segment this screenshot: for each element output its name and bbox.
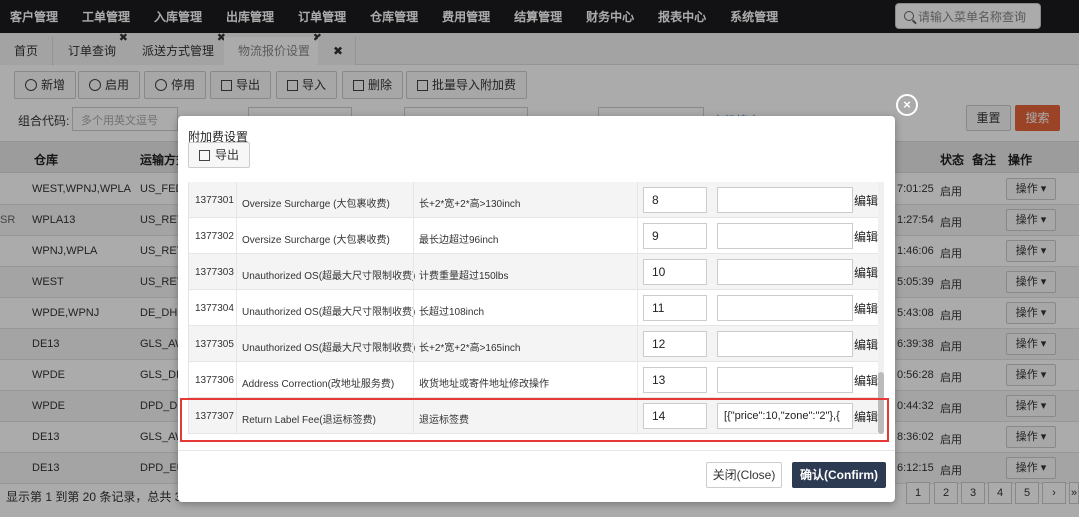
price-json-input[interactable] [717, 295, 853, 321]
cell-fee-rule: 长+2*宽+2*高>130inch [419, 199, 521, 210]
surcharge-modal: 附加费设置 导出 1377301 Oversize Surcharge (大包裹收… [178, 116, 895, 502]
cell-fee-rule: 收货地址或寄件地址修改操作 [419, 379, 549, 390]
cell-id: 1377306 [195, 375, 234, 386]
cell-fee-rule: 最长边超过96inch [419, 235, 499, 246]
cell-fee-name: Address Correction(改地址服务费) [242, 379, 395, 390]
cell-id: 1377301 [195, 195, 234, 206]
divider [413, 254, 414, 290]
divider [637, 218, 638, 254]
edit-link[interactable]: 编辑 [854, 372, 878, 389]
surcharge-row: 1377304 Unauthorized OS(超最大尺寸限制收费) 长超过108i… [189, 290, 878, 326]
price-json-input[interactable] [717, 187, 853, 213]
sort-value-input[interactable]: 9 [643, 223, 707, 249]
divider [413, 362, 414, 398]
divider [236, 326, 237, 362]
divider [637, 362, 638, 398]
divider [236, 182, 237, 218]
edit-link[interactable]: 编辑 [854, 192, 878, 209]
divider [413, 326, 414, 362]
cell-fee-rule: 长+2*宽+2*高>165inch [419, 343, 521, 354]
edit-link[interactable]: 编辑 [854, 228, 878, 245]
divider [637, 326, 638, 362]
confirm-button[interactable]: 确认(Confirm) [792, 462, 886, 488]
modal-export-label: 导出 [215, 148, 240, 162]
divider [413, 218, 414, 254]
surcharge-row: 1377302 Oversize Surcharge (大包裹收费) 最长边超过96… [189, 218, 878, 254]
divider [178, 450, 895, 451]
surcharge-row: 1377301 Oversize Surcharge (大包裹收费) 长+2*宽+2… [189, 182, 878, 218]
edit-link[interactable]: 编辑 [854, 300, 878, 317]
divider [236, 290, 237, 326]
edit-link[interactable]: 编辑 [854, 264, 878, 281]
cell-fee-name: Unauthorized OS(超最大尺寸限制收费) [242, 343, 416, 354]
cell-fee-rule: 长超过108inch [419, 307, 485, 318]
sort-value-input[interactable]: 13 [643, 367, 707, 393]
price-json-input[interactable] [717, 367, 853, 393]
cell-id: 1377304 [195, 303, 234, 314]
surcharge-row: 1377306 Address Correction(改地址服务费) 收货地址或寄件… [189, 362, 878, 398]
price-json-input[interactable] [717, 259, 853, 285]
sort-value-input[interactable]: 11 [643, 295, 707, 321]
cell-id: 1377303 [195, 267, 234, 278]
divider [413, 290, 414, 326]
cell-id: 1377305 [195, 339, 234, 350]
divider [236, 254, 237, 290]
sort-value-input[interactable]: 12 [643, 331, 707, 357]
modal-close-icon[interactable]: × [896, 94, 918, 116]
divider [637, 254, 638, 290]
price-json-input[interactable] [717, 331, 853, 357]
cell-fee-rule: 计费重量超过150lbs [419, 271, 509, 282]
divider [236, 362, 237, 398]
surcharge-table: 1377301 Oversize Surcharge (大包裹收费) 长+2*宽+2… [188, 182, 878, 434]
divider [637, 290, 638, 326]
cell-fee-name: Unauthorized OS(超最大尺寸限制收费) [242, 307, 416, 318]
surcharge-row: 1377305 Unauthorized OS(超最大尺寸限制收费) 长+2*宽+2… [189, 326, 878, 362]
modal-export-button[interactable]: 导出 [188, 142, 251, 168]
edit-link[interactable]: 编辑 [854, 336, 878, 353]
surcharge-row: 1377303 Unauthorized OS(超最大尺寸限制收费) 计费重量超过1… [189, 254, 878, 290]
price-json-input[interactable] [717, 223, 853, 249]
divider [637, 182, 638, 218]
modal-scrollbar[interactable] [878, 182, 884, 434]
sort-value-input[interactable]: 8 [643, 187, 707, 213]
export-icon [199, 150, 210, 161]
divider [413, 182, 414, 218]
cell-fee-name: Oversize Surcharge (大包裹收费) [242, 199, 390, 210]
cell-fee-name: Unauthorized OS(超最大尺寸限制收费) [242, 271, 416, 282]
highlight-box [180, 398, 889, 442]
cell-id: 1377302 [195, 231, 234, 242]
cell-fee-name: Oversize Surcharge (大包裹收费) [242, 235, 390, 246]
sort-value-input[interactable]: 10 [643, 259, 707, 285]
divider [236, 218, 237, 254]
close-button[interactable]: 关闭(Close) [706, 462, 782, 488]
